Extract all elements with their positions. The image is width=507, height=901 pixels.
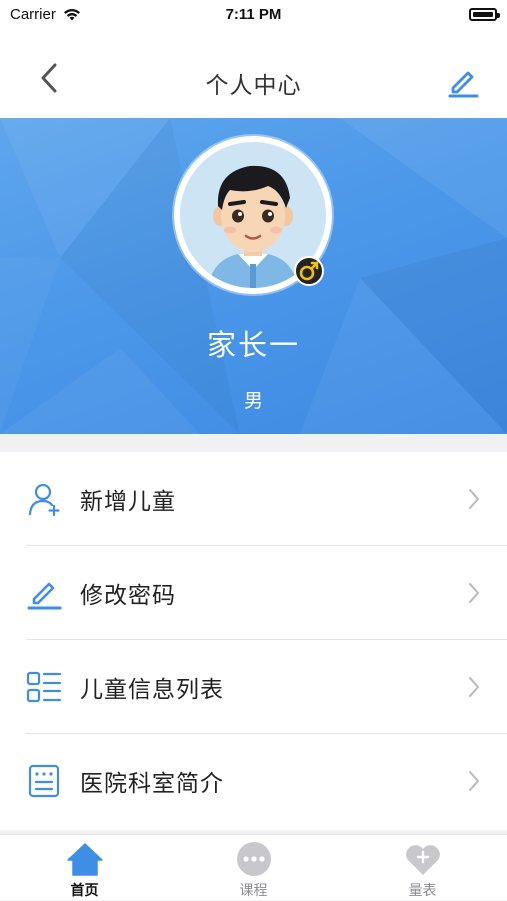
menu-item-child-list[interactable]: 儿童信息列表: [0, 640, 507, 734]
tab-bar: 首页 课程 量表: [0, 834, 507, 900]
profile-header: 家长一 男: [0, 118, 507, 434]
chevron-right-icon: [469, 583, 479, 603]
navigation-bar: 个人中心: [0, 34, 507, 118]
male-symbol-icon: [294, 256, 324, 286]
home-icon: [67, 843, 103, 876]
tab-home[interactable]: 首页: [0, 835, 169, 901]
chevron-right-icon: [469, 677, 479, 697]
tab-courses[interactable]: 课程: [169, 835, 338, 901]
tab-label: 课程: [239, 883, 268, 899]
user-name: 家长一: [206, 328, 300, 362]
add-user-icon: [28, 483, 60, 517]
user-gender: 男: [243, 390, 263, 412]
menu-item-label: 医院科室简介: [80, 771, 224, 797]
pencil-icon: [27, 582, 62, 610]
menu-item-hospital-intro[interactable]: 医院科室简介: [0, 734, 507, 828]
battery-icon: [469, 8, 500, 21]
tab-label: 首页: [70, 883, 99, 899]
page-title: 个人中心: [205, 73, 302, 99]
list-icon: [26, 671, 62, 703]
pencil-icon[interactable]: [446, 64, 480, 98]
menu-item-change-password[interactable]: 修改密码: [0, 546, 507, 640]
menu-item-add-child[interactable]: 新增儿童: [0, 452, 507, 546]
chat-bubble-icon: [237, 842, 271, 876]
settings-menu: 新增儿童 修改密码 儿童信息列表 医院科室简介: [0, 452, 507, 830]
tab-scales[interactable]: 量表: [338, 835, 507, 901]
chevron-right-icon: [469, 489, 479, 509]
document-icon: [28, 764, 60, 798]
menu-item-label: 儿童信息列表: [80, 677, 224, 703]
status-bar: Carrier 7:11 PM: [0, 0, 507, 34]
clock: 7:11 PM: [225, 6, 282, 23]
tab-label: 量表: [408, 883, 437, 899]
heart-plus-icon: [406, 845, 440, 875]
menu-item-label: 修改密码: [80, 583, 176, 609]
chevron-right-icon: [469, 771, 479, 791]
menu-item-label: 新增儿童: [80, 489, 176, 515]
